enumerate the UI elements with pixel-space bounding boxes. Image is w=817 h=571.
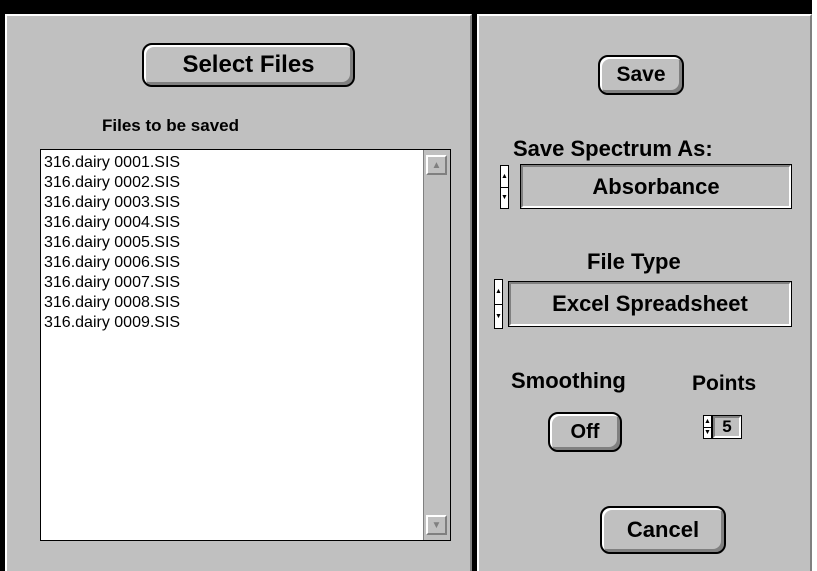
list-item[interactable]: 316.dairy 0004.SIS — [44, 213, 180, 233]
select-files-button[interactable]: Select Files — [142, 43, 355, 87]
file-type-spin-icon[interactable]: ▲ ▼ — [494, 279, 503, 329]
file-type-field[interactable]: Excel Spreadsheet — [508, 281, 792, 327]
points-heading: Points — [692, 372, 757, 395]
list-item[interactable]: 316.dairy 0009.SIS — [44, 313, 180, 333]
files-scrollbar[interactable]: ▲ ▼ — [423, 150, 450, 540]
files-list: 316.dairy 0001.SIS 316.dairy 0002.SIS 316.… — [44, 153, 180, 333]
list-item[interactable]: 316.dairy 0008.SIS — [44, 293, 180, 313]
points-field[interactable]: 5 — [712, 415, 742, 439]
file-selection-panel: Select Files Files to be saved 316.dairy… — [5, 14, 472, 571]
smoothing-toggle-button[interactable]: Off — [548, 412, 622, 452]
scroll-down-arrow-icon[interactable]: ▼ — [426, 515, 447, 535]
save-spectrum-field[interactable]: Absorbance — [520, 164, 792, 209]
save-spectrum-heading: Save Spectrum As: — [513, 136, 713, 161]
points-spin-icon[interactable]: ▲ ▼ — [703, 415, 712, 439]
list-item[interactable]: 316.dairy 0005.SIS — [44, 233, 180, 253]
files-listbox[interactable]: 316.dairy 0001.SIS 316.dairy 0002.SIS 316.… — [40, 149, 451, 541]
files-heading: Files to be saved — [102, 116, 239, 135]
save-options-panel: Save Save Spectrum As: ▲ ▼ Absorbance Fil… — [477, 14, 812, 571]
list-item[interactable]: 316.dairy 0002.SIS — [44, 173, 180, 193]
list-item[interactable]: 316.dairy 0001.SIS — [44, 153, 180, 173]
spectrum-spin-icon[interactable]: ▲ ▼ — [500, 165, 509, 209]
scroll-up-arrow-icon[interactable]: ▲ — [426, 155, 447, 175]
list-item[interactable]: 316.dairy 0007.SIS — [44, 273, 180, 293]
file-type-heading: File Type — [587, 249, 681, 274]
cancel-button[interactable]: Cancel — [600, 506, 726, 554]
save-button[interactable]: Save — [598, 55, 684, 95]
smoothing-heading: Smoothing — [511, 368, 626, 393]
list-item[interactable]: 316.dairy 0006.SIS — [44, 253, 180, 273]
list-item[interactable]: 316.dairy 0003.SIS — [44, 193, 180, 213]
